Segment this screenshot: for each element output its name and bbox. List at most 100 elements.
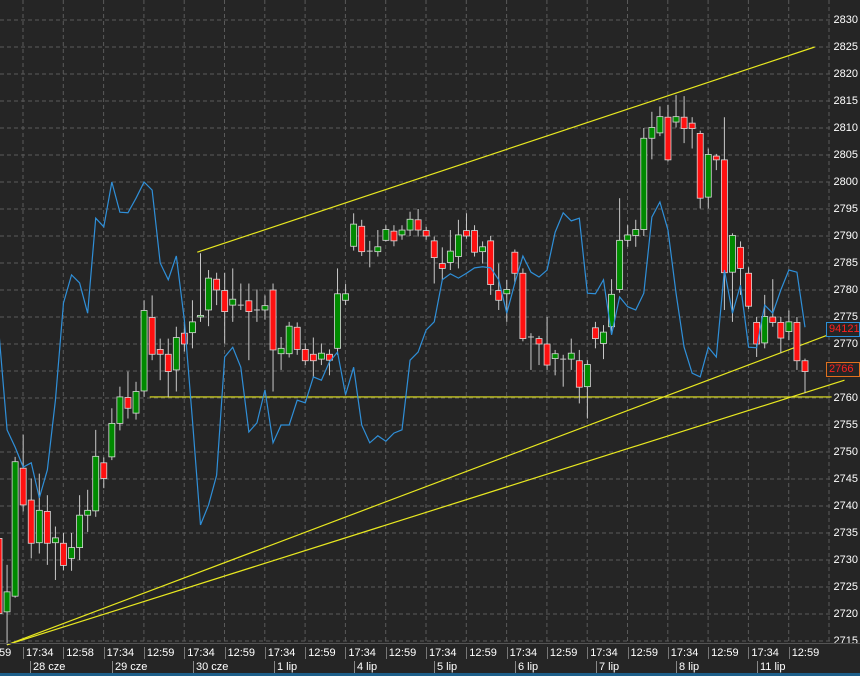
candle — [640, 128, 648, 236]
candle-body-down — [688, 122, 696, 129]
candle-body-down — [414, 219, 422, 231]
candle-body-down — [721, 159, 728, 274]
candle-body-up — [334, 293, 341, 349]
candle — [624, 225, 632, 247]
candle-body-up — [785, 321, 793, 332]
candle — [406, 211, 414, 236]
candle-body-up — [205, 277, 212, 311]
candle — [100, 457, 108, 489]
date-tick-label: 8 lip — [676, 661, 699, 673]
date-tick-label: 11 lip — [757, 661, 785, 673]
time-tick-label: 12:58 — [63, 647, 94, 659]
candle-body-up — [632, 229, 640, 236]
price-chart[interactable] — [0, 0, 860, 676]
price-tick-label: 2770 — [833, 338, 858, 350]
candle — [696, 130, 704, 209]
candle — [148, 295, 156, 361]
date-tick-label: 5 lip — [434, 661, 457, 673]
candle — [221, 272, 229, 344]
candle — [680, 96, 688, 144]
candle — [382, 225, 390, 242]
candle-body-up — [116, 396, 124, 424]
candle-body-up — [648, 127, 656, 139]
price-tick-label: 2730 — [833, 554, 858, 566]
candle-body-up — [229, 298, 237, 306]
candle-body-down — [471, 230, 478, 253]
time-tick-label: 12:59 — [788, 647, 819, 659]
candle — [116, 386, 124, 431]
candle-body-up — [624, 234, 632, 241]
candle — [632, 219, 640, 247]
price-tick-label: 2825 — [833, 41, 858, 53]
candle-body-down — [664, 116, 672, 161]
candle — [745, 267, 752, 309]
candle-body-up — [68, 547, 75, 559]
indicator-value-box: 94121 — [826, 322, 860, 337]
trend-lines — [6, 46, 860, 646]
candle-body-up — [11, 461, 19, 597]
candle — [793, 317, 801, 370]
candle-body-up — [672, 116, 680, 123]
candle-body-down — [293, 326, 301, 350]
candle-body-down — [438, 263, 446, 269]
candle — [648, 111, 656, 160]
candle — [317, 343, 325, 366]
candle-body-down — [27, 499, 35, 544]
date-tick-label: 29 cze — [112, 661, 147, 673]
time-tick-label: 12:59 — [305, 647, 336, 659]
candle — [511, 249, 519, 284]
candle — [3, 564, 11, 645]
time-tick-label: 12:59 — [627, 647, 658, 659]
candle — [124, 371, 132, 419]
candle-body-up — [108, 422, 116, 458]
candle-body-down — [793, 321, 801, 362]
candle — [172, 326, 180, 392]
price-tick-label: 2755 — [833, 419, 858, 431]
date-tick-label: 6 lip — [515, 661, 538, 673]
price-tick-label: 2740 — [833, 500, 858, 512]
candle-body-down — [358, 225, 366, 253]
candle — [229, 268, 237, 322]
candle-body-down — [148, 317, 156, 355]
candle — [527, 333, 534, 370]
candle-body-down — [213, 278, 221, 291]
candle — [616, 198, 624, 293]
candle-body-down — [777, 321, 785, 339]
date-tick-label: 7 lip — [596, 661, 619, 673]
candle — [672, 95, 680, 128]
candle — [237, 283, 244, 310]
candle-body-down — [124, 397, 132, 409]
candle — [729, 233, 736, 322]
candle-body-up — [197, 314, 204, 318]
candle — [19, 434, 27, 512]
price-tick-label: 2820 — [833, 68, 858, 80]
candle — [285, 321, 293, 358]
candle-body-up — [382, 229, 390, 241]
candle — [60, 533, 67, 571]
price-tick-label: 2785 — [833, 257, 858, 269]
candle-body-down — [0, 538, 3, 614]
candle-body-up — [600, 331, 607, 344]
current-price-box: 2766 — [826, 362, 860, 377]
candle — [664, 104, 672, 162]
candle — [761, 294, 769, 349]
candle — [293, 322, 301, 355]
price-tick-label: 2805 — [833, 149, 858, 161]
candle — [334, 268, 341, 355]
candle — [777, 317, 785, 354]
candle — [600, 325, 607, 360]
date-tick-label: 4 lip — [354, 661, 377, 673]
time-tick-label: 12:59 — [224, 647, 255, 659]
candle-body-down — [535, 338, 543, 345]
candle-body-down — [575, 360, 583, 388]
candle — [132, 381, 140, 420]
candle-body-down — [519, 272, 527, 340]
candle — [350, 213, 358, 251]
time-tick-label: 17:34 — [103, 647, 134, 659]
candle-body-up — [277, 347, 285, 355]
candle — [430, 236, 438, 284]
candle — [197, 253, 204, 322]
candle — [801, 358, 809, 394]
candle-body-down — [487, 240, 495, 286]
candle-body-up — [551, 353, 559, 359]
